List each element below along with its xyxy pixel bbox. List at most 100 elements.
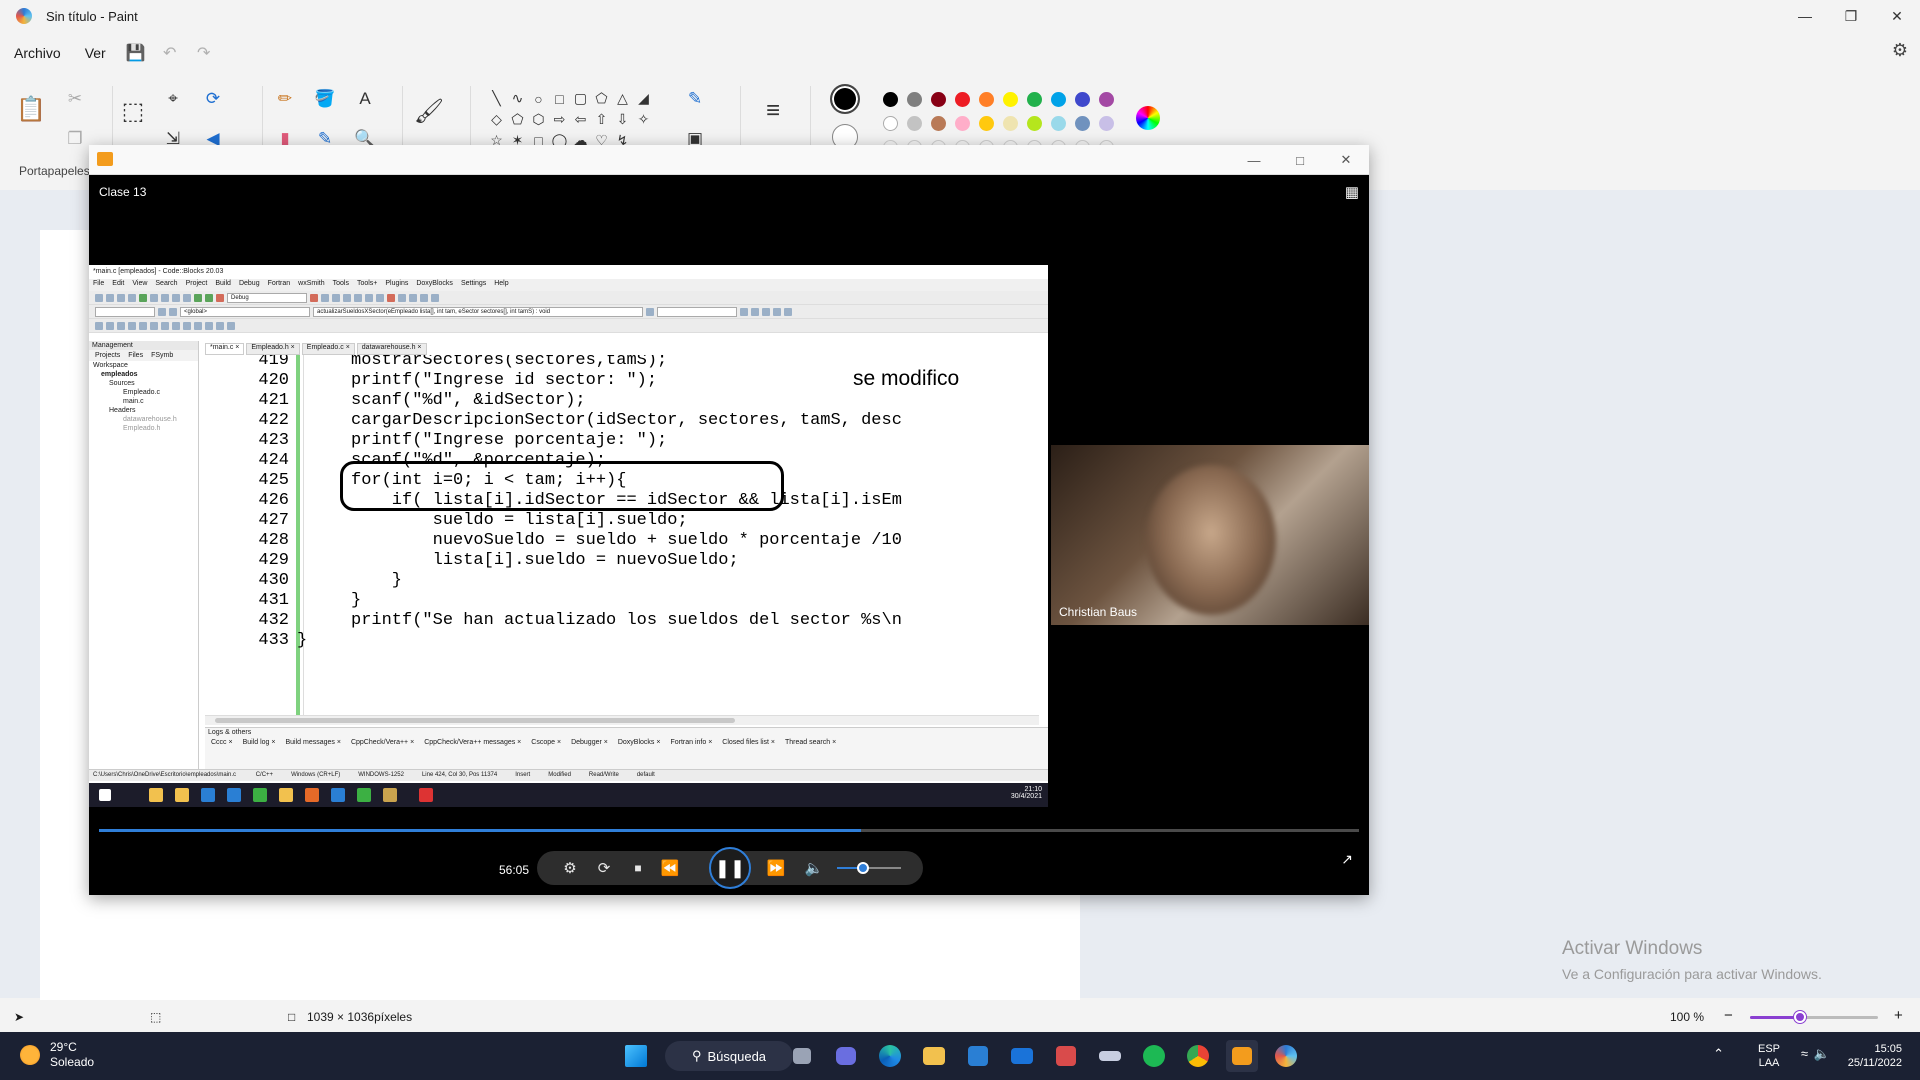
app-icon[interactable] (1050, 1040, 1082, 1072)
palette-color-swatch[interactable] (955, 116, 970, 131)
palette-color-swatch[interactable] (1003, 116, 1018, 131)
volume-slider-knob[interactable] (856, 862, 869, 874)
pencil-icon[interactable]: ✏ (272, 86, 298, 112)
palette-color-swatch[interactable] (907, 92, 922, 107)
palette-color-swatch[interactable] (979, 92, 994, 107)
project-tree-item[interactable]: datawarehouse.h (89, 415, 198, 424)
diamond-shape-icon[interactable]: ◇ (486, 109, 507, 130)
redo-icon[interactable]: ↷ (190, 39, 218, 67)
clock[interactable]: 15:05 25/11/2022 (1848, 1042, 1902, 1070)
palette-color-swatch[interactable] (883, 92, 898, 107)
volume-slider[interactable] (837, 862, 901, 874)
copy-icon[interactable]: ❐ (62, 126, 88, 152)
management-tab[interactable]: Files (128, 352, 143, 359)
fullscreen-icon[interactable]: ↗ (1341, 851, 1353, 868)
palette-color-swatch[interactable] (883, 116, 898, 131)
spotify-icon[interactable] (1138, 1040, 1170, 1072)
subtitles-icon[interactable]: ⚙ (557, 855, 583, 881)
teams-chat-icon[interactable] (830, 1040, 862, 1072)
ide-menu-item[interactable]: Project (186, 280, 208, 290)
oval-shape-icon[interactable]: ○ (528, 88, 549, 109)
text-icon[interactable]: A (352, 86, 378, 112)
crop-icon[interactable]: ⌖ (160, 86, 186, 112)
seek-bar[interactable] (99, 829, 1359, 832)
player-close-button[interactable]: ✕ (1323, 145, 1369, 175)
player-maximize-button[interactable]: □ (1277, 145, 1323, 175)
repeat-icon[interactable]: ⟳ (591, 855, 617, 881)
start-button[interactable] (620, 1040, 652, 1072)
maximize-button[interactable]: ❐ (1828, 0, 1874, 32)
ide-menu-item[interactable]: Plugins (385, 280, 408, 290)
right-arrow-shape-icon[interactable]: ⇨ (549, 109, 570, 130)
management-tab[interactable]: Projects (95, 352, 120, 359)
project-tree-item[interactable]: Sources (89, 379, 198, 388)
select-icon[interactable]: ⬚ (116, 94, 150, 128)
palette-color-swatch[interactable] (907, 116, 922, 131)
close-button[interactable]: ✕ (1874, 0, 1920, 32)
hexagon-shape-icon[interactable]: ⬡ (528, 109, 549, 130)
palette-color-swatch[interactable] (979, 116, 994, 131)
zoom-in-icon[interactable]: + (1894, 1007, 1903, 1024)
wifi-icon[interactable]: ≈ (1801, 1046, 1808, 1061)
log-tab[interactable]: Build log × (243, 739, 276, 746)
brushes-icon[interactable]: 🖌 (412, 94, 446, 128)
rectangle-shape-icon[interactable]: □ (549, 88, 570, 109)
palette-color-swatch[interactable] (1075, 116, 1090, 131)
outline-icon[interactable]: ✎ (682, 86, 708, 112)
ide-menu-item[interactable]: DoxyBlocks (416, 280, 453, 290)
player-minimize-button[interactable]: — (1231, 145, 1277, 175)
up-arrow-shape-icon[interactable]: ⇧ (591, 109, 612, 130)
chevron-up-icon[interactable]: ⌃ (1713, 1046, 1724, 1062)
zoom-slider[interactable] (1750, 1011, 1878, 1023)
editor-tab[interactable]: *main.c × (205, 343, 245, 355)
ide-menu-item[interactable]: Tools (333, 280, 349, 290)
log-tab[interactable]: DoxyBlocks × (618, 739, 661, 746)
left-arrow-shape-icon[interactable]: ⇦ (570, 109, 591, 130)
management-tab[interactable]: FSymb (151, 352, 173, 359)
taskbar-search[interactable]: ⚲ Búsqueda (665, 1041, 793, 1071)
fill-icon[interactable]: 🪣 (312, 86, 338, 112)
ide-menu-item[interactable]: Help (494, 280, 508, 290)
undo-icon[interactable]: ↶ (156, 39, 184, 67)
log-tab[interactable]: Cccc × (211, 739, 233, 746)
project-tree-item[interactable]: Headers (89, 406, 198, 415)
log-tab[interactable]: CppCheck/Vera++ × (351, 739, 414, 746)
minimize-button[interactable]: — (1782, 0, 1828, 32)
down-arrow-shape-icon[interactable]: ⇩ (612, 109, 633, 130)
input-language[interactable]: ESP LAA (1758, 1042, 1780, 1070)
cut-icon[interactable]: ✂ (62, 86, 88, 112)
layout-grid-icon[interactable]: ▦ (1345, 183, 1359, 201)
palette-color-swatch[interactable] (1003, 92, 1018, 107)
ide-menu-item[interactable]: View (132, 280, 147, 290)
task-view-icon[interactable] (786, 1040, 818, 1072)
project-tree-item[interactable]: Empleado.h (89, 424, 198, 433)
zoom-slider-knob[interactable] (1793, 1011, 1806, 1023)
log-tab[interactable]: Debugger × (571, 739, 608, 746)
mail-icon[interactable] (1006, 1040, 1038, 1072)
ide-menu-item[interactable]: Search (155, 280, 177, 290)
palette-color-swatch[interactable] (1099, 92, 1114, 107)
stroke-size-icon[interactable]: ≡ (756, 94, 790, 128)
menu-ver[interactable]: Ver (85, 41, 106, 65)
pause-button[interactable]: ❚❚ (709, 847, 751, 889)
save-icon[interactable]: 💾 (122, 39, 150, 67)
ide-menu-item[interactable]: wxSmith (298, 280, 324, 290)
log-tab[interactable]: Fortran info × (670, 739, 712, 746)
zoom-out-icon[interactable]: − (1724, 1007, 1733, 1024)
triangle-shape-icon[interactable]: △ (612, 88, 633, 109)
line-shape-icon[interactable]: ╲ (486, 88, 507, 109)
menu-archivo[interactable]: Archivo (14, 41, 61, 65)
file-explorer-icon[interactable] (918, 1040, 950, 1072)
log-tab[interactable]: Cscope × (531, 739, 561, 746)
project-tree-item[interactable]: Workspace (89, 361, 198, 370)
volume-icon[interactable]: 🔈 (801, 855, 827, 881)
account-settings-icon[interactable]: ⚙ (1892, 40, 1908, 61)
right-triangle-shape-icon[interactable]: ◢ (633, 88, 654, 109)
palette-color-swatch[interactable] (1027, 116, 1042, 131)
palette-color-swatch[interactable] (1051, 92, 1066, 107)
microsoft-store-icon[interactable] (962, 1040, 994, 1072)
project-tree-item[interactable]: main.c (89, 397, 198, 406)
weather-widget[interactable]: 29°C Soleado (20, 1040, 94, 1070)
color-1-swatch[interactable] (830, 84, 860, 114)
project-tree-item[interactable]: empleados (89, 370, 198, 379)
